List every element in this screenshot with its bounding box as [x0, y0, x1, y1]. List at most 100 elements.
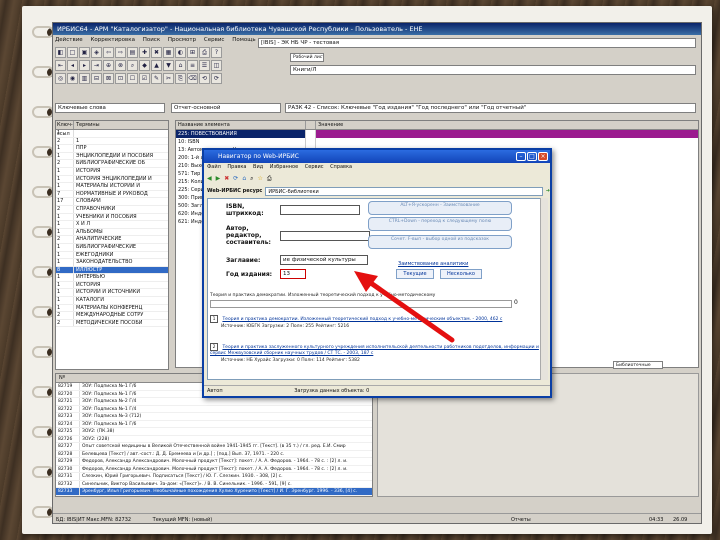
dictionary-row[interactable]: 1 ИСТОРИЯ ЭНЦИКЛОПЕДИИ И — [56, 175, 168, 184]
toolbar-button-icon[interactable]: ▣ — [79, 47, 90, 58]
record-list-row[interactable]: 82730 Федоров, Александр Александрович. М… — [56, 465, 372, 473]
dictionary-row[interactable]: 1 ЗАКОНОДАТЕЛЬСТВО — [56, 259, 168, 267]
search-result-2[interactable]: 2 Теория и практика заслуженного культур… — [210, 343, 544, 364]
toolbar-button-icon[interactable]: ⊡ — [115, 73, 126, 84]
rec-col-value[interactable]: Значение — [316, 121, 343, 129]
record-list-row[interactable]: 82733 Эренбург, Илья Григорьевич. Необыча… — [56, 488, 372, 496]
record-list-row[interactable]: 82728 Белевцева [Текст] / авт.-сост.: Д. … — [56, 450, 372, 458]
refresh-icon[interactable]: ⟳ — [233, 172, 238, 185]
toolbar-button-icon[interactable]: ⇨ — [115, 47, 126, 58]
toolbar-button-icon[interactable]: ✖ — [151, 47, 162, 58]
dictionary-row[interactable]: 1Х И Л — [56, 221, 168, 229]
toolbar-button-icon[interactable]: ⊠ — [103, 73, 114, 84]
modal-menu-file[interactable]: Файл — [207, 164, 221, 170]
menu-view[interactable]: Просмотр — [168, 37, 196, 43]
back-icon[interactable]: ◀ — [207, 172, 212, 185]
dictionary-row[interactable]: 2 МЕТОДИЧЕСКИЕ ПОСОБИ — [56, 319, 168, 328]
minimize-icon[interactable]: – — [516, 152, 526, 161]
toolbar-button-icon[interactable]: ⎙ — [199, 47, 210, 58]
search-mode-select[interactable]: Отчет-основной — [171, 103, 281, 113]
title-input[interactable]: ие физической культуры — [280, 255, 368, 265]
toolbar-button-icon[interactable]: ✎ — [151, 73, 162, 84]
dict-col-term[interactable]: Термины — [74, 121, 100, 129]
dictionary-row[interactable]: 17 СЛОВАРИ — [56, 198, 168, 206]
record-field-value[interactable] — [316, 138, 698, 146]
toolbar-button-icon[interactable]: ⊗ — [115, 60, 126, 71]
toolbar-button-icon[interactable]: ✚ — [139, 47, 150, 58]
toolbar-button-icon[interactable]: ⎘ — [175, 73, 186, 84]
record-list-row[interactable]: 82727 Опыт советской медицины в Великой О… — [56, 443, 372, 451]
dictionary-row[interactable]: 1 — [56, 130, 168, 138]
menu-help[interactable]: Помощь — [232, 37, 255, 43]
dictionary-row[interactable]: 1 УЧЕБНИКИ И ПОСОБИЯ — [56, 213, 168, 222]
record-field-row[interactable]: 10: ISBN — [176, 138, 698, 146]
toolbar-button-icon[interactable]: ◎ — [55, 73, 66, 84]
toolbar-button-icon[interactable]: ▲ — [151, 60, 162, 71]
worksheet-tab[interactable]: Рабочий лист PAZK — [290, 53, 324, 62]
close-icon[interactable]: × — [538, 152, 548, 161]
dictionary-row[interactable]: 1 ИНТЕРВЬЮ — [56, 274, 168, 282]
toolbar-button-icon[interactable]: ☐ — [127, 73, 138, 84]
toolbar-button-icon[interactable]: ▸ — [79, 60, 90, 71]
toolbar-button-icon[interactable]: ⌕ — [127, 60, 138, 71]
forward-icon[interactable]: ▶ — [216, 172, 221, 185]
modal-scrollbar[interactable] — [540, 198, 548, 380]
record-list-row[interactable]: 82729 Федоров, Александр Александрович. М… — [56, 458, 372, 466]
analytics-borrow-link[interactable]: Заимствование аналитики — [398, 261, 468, 267]
maximize-icon[interactable]: □ — [527, 152, 537, 161]
toolbar-button-icon[interactable]: ◈ — [91, 47, 102, 58]
toolbar-button-icon[interactable]: ▦ — [163, 47, 174, 58]
rec-col-name[interactable]: Название элемента — [176, 121, 306, 129]
dictionary-row[interactable]: 1 ИСТОРИИ И ИСТОЧНИКИ — [56, 289, 168, 298]
toolbar-button-icon[interactable]: ▼ — [163, 60, 174, 71]
home-icon[interactable]: ⌂ — [242, 172, 246, 185]
search-type-select[interactable]: Ключевые слова — [55, 103, 165, 113]
dictionary-row[interactable]: 1 ЭНЦИКЛОПЕДИИ И ПОСОБИЯ — [56, 152, 168, 161]
dictionary-row[interactable]: 1 ИСТОРИЯ — [56, 167, 168, 176]
record-list-row[interactable]: новый — [56, 495, 372, 496]
toolbar-button-icon[interactable]: ⊟ — [91, 73, 102, 84]
dictionary-row[interactable]: 1 КАТАЛОГИ — [56, 297, 168, 305]
dictionary-row[interactable]: 7 НОРМАТИВНЫЕ И РУКОВОД — [56, 190, 168, 199]
menu-service[interactable]: Сервис — [204, 37, 225, 43]
database-selector[interactable]: [IBIS] - ЭК НБ ЧР - тестовая — [258, 38, 696, 48]
toolbar-button-icon[interactable]: ≡ — [187, 60, 198, 71]
toolbar-button-icon[interactable]: ◫ — [211, 60, 222, 71]
toolbar-button-icon[interactable]: ▥ — [79, 73, 90, 84]
dictionary-row[interactable]: 2 БИБЛИОГРАФИЧЕСКИЕ ОБ — [56, 160, 168, 168]
worksheet-field[interactable]: Книги/Л — [290, 65, 696, 75]
dict-col-count[interactable]: Ключ-ссыл — [56, 121, 74, 137]
search-result-1[interactable]: 1 Теория и практика демократии. Изложенн… — [210, 315, 544, 330]
dictionary-row[interactable]: 8 ИЛЛЮСТР — [56, 266, 168, 275]
record-field-row[interactable]: 225: ПОВЕСТВОВАНИЯ — [176, 130, 698, 138]
toolbar-button-icon[interactable]: ✂ — [163, 73, 174, 84]
record-list-row[interactable]: 82722 ЗОУ: Подписка №-1 Г/4 — [56, 405, 372, 413]
toolbar-button-icon[interactable]: ⟳ — [211, 73, 222, 84]
toolbar-button-icon[interactable]: ◉ — [67, 73, 78, 84]
menu-search[interactable]: Поиск — [143, 37, 160, 43]
record-list-row[interactable]: 82723 ЗОУ: Подписка №-3 (712) — [56, 413, 372, 421]
toolbar-button-icon[interactable]: ⟲ — [199, 73, 210, 84]
toolbar-button-icon[interactable]: ◧ — [55, 47, 66, 58]
tab-library[interactable]: Библиотечные — [613, 361, 663, 369]
result-title-link[interactable]: Теория и практика демократии. Изложенный… — [222, 317, 502, 322]
record-field-value[interactable] — [316, 130, 698, 138]
hint-select-button[interactable]: Сочет. F-вып - выбор одной из подсказок — [368, 235, 512, 249]
toolbar-button-icon[interactable]: ⊞ — [187, 47, 198, 58]
modal-menu-favorites[interactable]: Избранное — [270, 164, 298, 170]
toolbar-button-icon[interactable]: ⌫ — [187, 73, 198, 84]
dictionary-row[interactable]: 1 МАТЕРИАЛЫ ИСТОРИИ И — [56, 183, 168, 191]
record-list-row[interactable]: 82726 ЗОУ2: (228) — [56, 435, 372, 443]
author-input[interactable] — [280, 231, 370, 241]
go-icon[interactable]: ➜ — [546, 188, 550, 194]
modal-menu-help[interactable]: Справка — [330, 164, 352, 170]
dictionary-row[interactable]: 2 МЕЖДУНАРОДНЫЕ СОТРУ — [56, 312, 168, 320]
record-list-row[interactable]: 82731 Слезкин, Юрий Григорьевич. Подписат… — [56, 473, 372, 481]
hint-next-field-button[interactable]: CTRL+Down - переход к следующему полю — [368, 217, 512, 231]
toolbar-button-icon[interactable]: ☰ — [199, 60, 210, 71]
toolbar-button-icon[interactable]: ▤ — [127, 47, 138, 58]
toolbar-button-icon[interactable]: ⊕ — [103, 60, 114, 71]
dictionary-row[interactable]: 1 ИСТОРИЯ — [56, 281, 168, 290]
current-button[interactable]: Текущие — [396, 269, 434, 279]
hint-borrow-button[interactable]: ALT+Я-ускоренн - Заимствование — [368, 201, 512, 215]
